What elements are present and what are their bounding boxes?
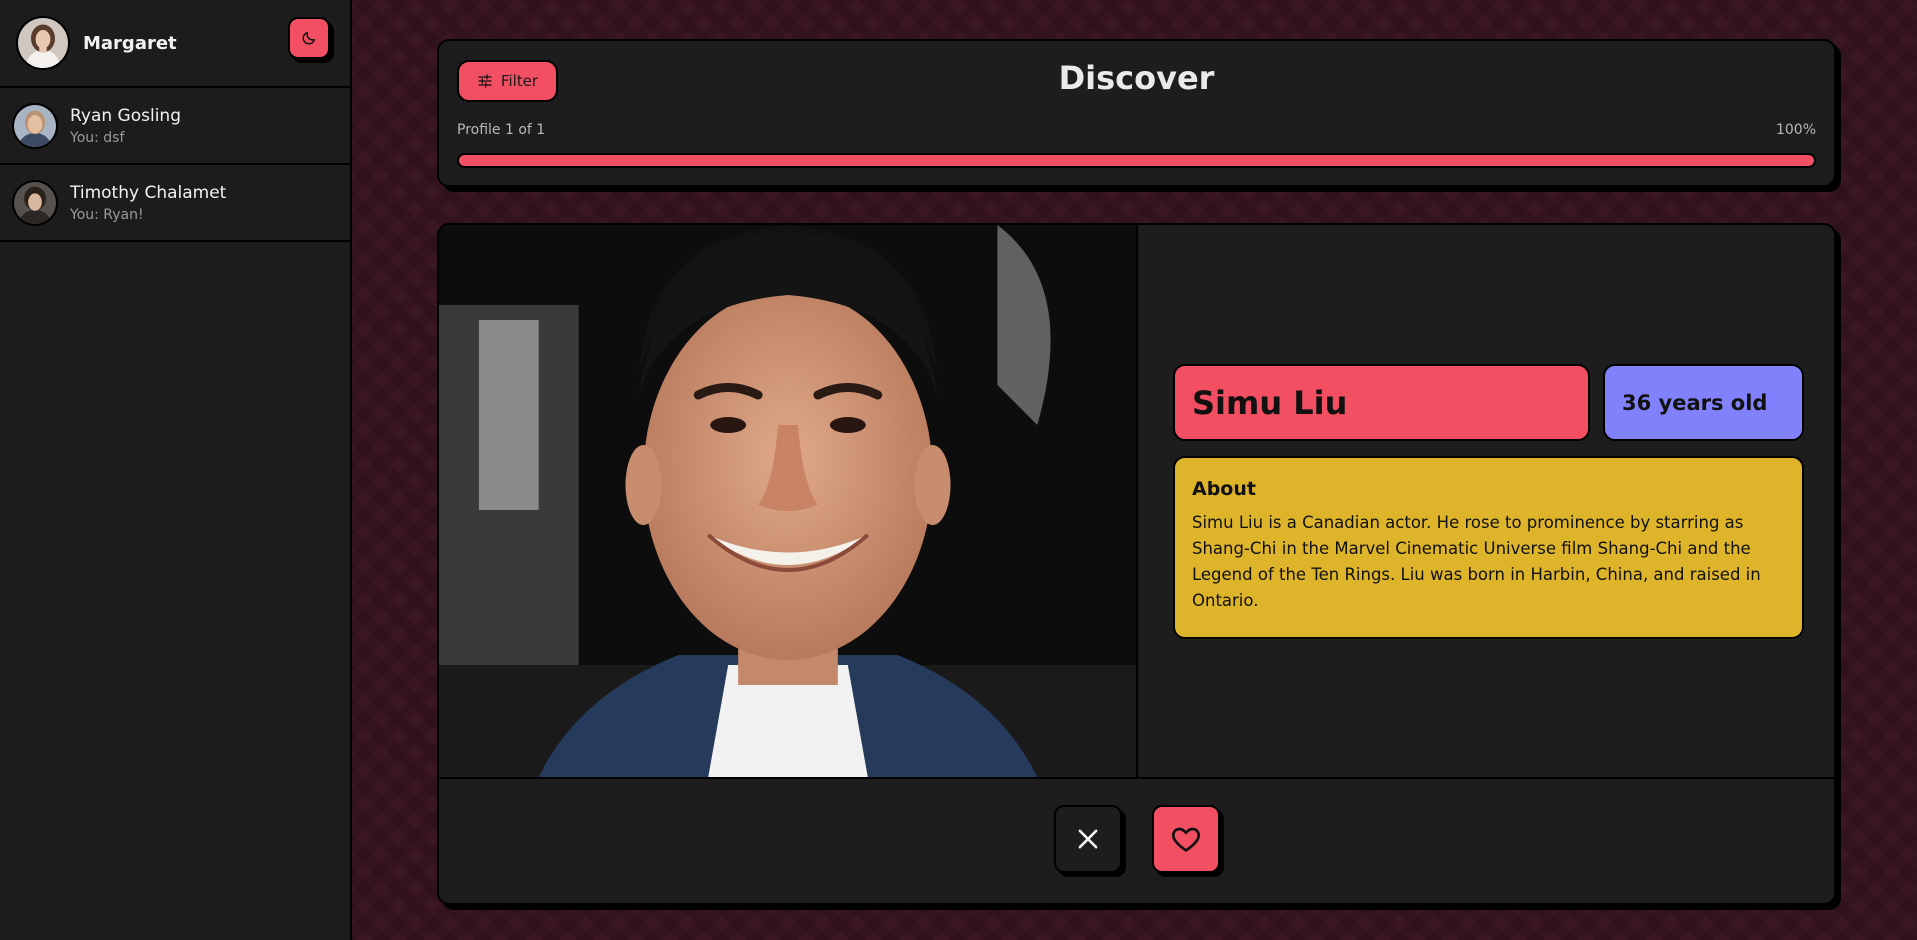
theme-toggle-button[interactable] [288,17,330,59]
profile-photo [439,225,1138,777]
chat-item-ryan-gosling[interactable]: Ryan Gosling You: dsf [0,88,350,165]
about-section: About Simu Liu is a Canadian actor. He r… [1173,456,1804,639]
profile-info: Simu Liu 36 years old About Simu Liu is … [1140,225,1834,777]
page-title: Discover [1058,59,1215,97]
progress-bar-fill [459,155,1814,166]
discover-header-card: Filter Discover Profile 1 of 1 100% [437,39,1836,187]
chat-preview: You: Ryan! [70,206,144,223]
sidebar: Margaret Ryan Gosling You: dsf Timothy C… [0,0,352,940]
close-icon [1078,829,1098,849]
chat-name: Timothy Chalamet [70,182,227,203]
profile-name: Simu Liu [1173,364,1590,441]
action-bar [439,777,1834,903]
reject-button[interactable] [1054,805,1122,873]
about-text: Simu Liu is a Canadian actor. He rose to… [1192,513,1761,610]
chat-avatar [12,102,58,149]
sidebar-header: Margaret [0,0,350,88]
user-name: Margaret [83,32,177,54]
profile-age-badge: 36 years old [1603,364,1804,441]
like-button[interactable] [1152,805,1220,873]
about-title: About [1192,478,1256,500]
chat-item-timothy-chalamet[interactable]: Timothy Chalamet You: Ryan! [0,165,350,242]
progress-label: Profile 1 of 1 [457,122,546,138]
chat-avatar [12,179,58,226]
heart-icon [1172,827,1200,852]
profile-card: Simu Liu 36 years old About Simu Liu is … [437,223,1836,905]
user-avatar[interactable] [16,16,70,70]
progress-percent: 100% [1775,122,1816,138]
moon-icon [302,31,316,45]
chat-preview: You: dsf [70,129,125,146]
chat-name: Ryan Gosling [70,105,181,126]
progress-bar [457,153,1816,168]
